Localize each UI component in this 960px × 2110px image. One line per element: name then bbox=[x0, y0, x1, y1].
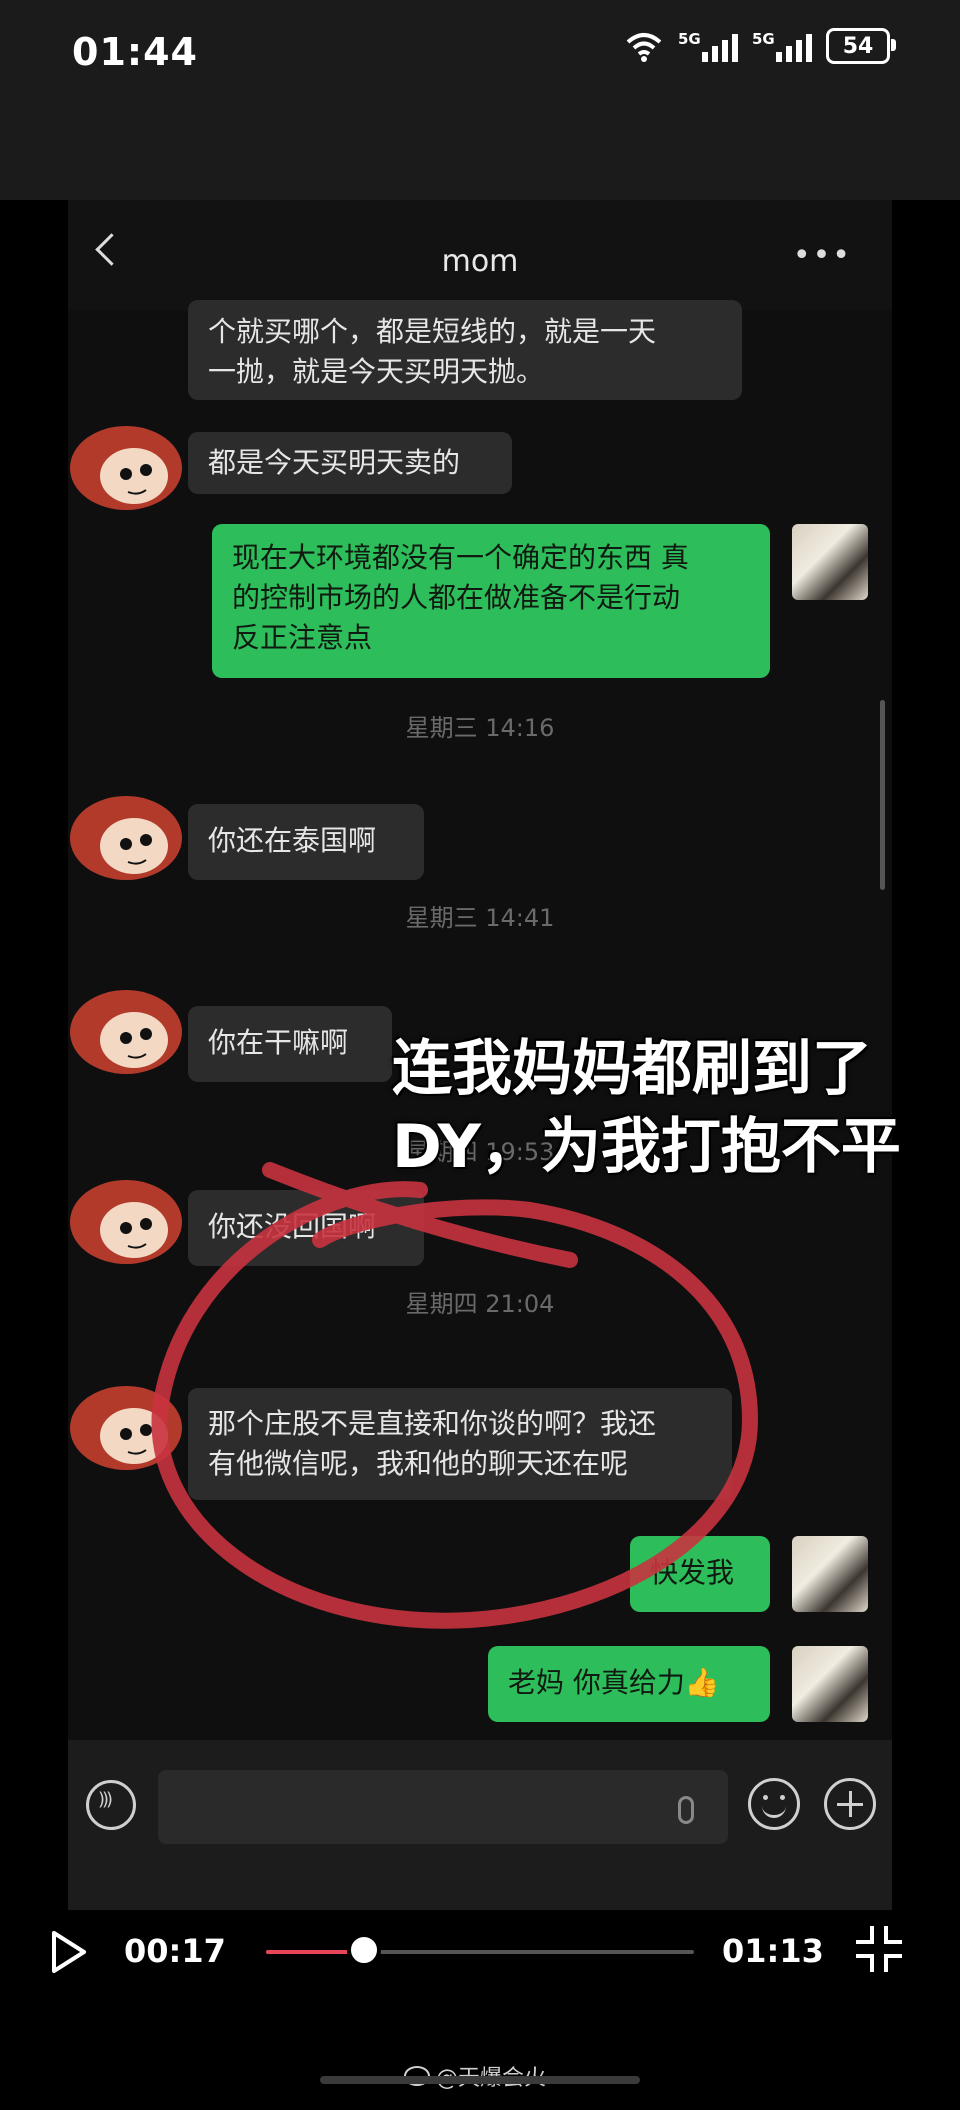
timestamp: 星期三 14:16 bbox=[405, 714, 555, 742]
message-text: 个就买哪个，都是短线的，就是一天 bbox=[208, 315, 657, 348]
signal-label: 5G bbox=[678, 30, 701, 48]
message-text: 一抛，就是今天买明天抛。 bbox=[208, 355, 545, 388]
message-text: 你还在泰国啊 bbox=[208, 824, 377, 857]
message-input[interactable] bbox=[158, 1770, 728, 1844]
signal-label: 5G bbox=[752, 30, 775, 48]
avatar[interactable] bbox=[68, 422, 186, 518]
avatar[interactable] bbox=[68, 792, 186, 888]
mic-icon[interactable] bbox=[678, 1796, 694, 1824]
message-text: 你在干嘛啊 bbox=[208, 1026, 349, 1059]
message-bubble: 你在干嘛啊 bbox=[188, 1006, 392, 1082]
status-bar: 01:44 5G 5G 54 bbox=[0, 0, 960, 200]
total-time: 01:13 bbox=[722, 1932, 824, 1970]
status-time: 01:44 bbox=[72, 30, 198, 74]
wifi-icon bbox=[626, 33, 662, 62]
self-avatar[interactable] bbox=[792, 524, 868, 600]
input-bar bbox=[68, 1740, 892, 1910]
collapse-icon[interactable] bbox=[854, 1924, 904, 1974]
chat-title: mom bbox=[441, 244, 519, 279]
plus-icon[interactable] bbox=[824, 1778, 876, 1830]
current-time: 00:17 bbox=[124, 1932, 226, 1970]
message-text: 老妈 你真给力👍 bbox=[508, 1666, 720, 1699]
signal-icon: 5G bbox=[678, 30, 738, 62]
self-avatar[interactable] bbox=[792, 1536, 868, 1612]
more-icon[interactable]: ••• bbox=[793, 241, 852, 271]
self-avatar[interactable] bbox=[792, 1646, 868, 1722]
message-bubble: 你还在泰国啊 bbox=[188, 804, 424, 880]
battery-icon: 54 bbox=[826, 28, 896, 64]
message-text: 都是今天买明天卖的 bbox=[208, 446, 461, 479]
caption-line: 连我妈妈都刷到了 bbox=[392, 1034, 872, 1104]
emoji-icon[interactable] bbox=[748, 1778, 800, 1830]
home-indicator[interactable] bbox=[320, 2076, 640, 2084]
message-bubble: 都是今天买明天卖的 bbox=[188, 432, 512, 494]
chat-header: mom ••• bbox=[68, 200, 892, 310]
message-bubble-outgoing: 现在大环境都没有一个确定的东西 真 的控制市场的人都在做准备不是行动 反正注意点 bbox=[212, 524, 770, 678]
play-icon[interactable] bbox=[50, 1930, 88, 1974]
caption-line: DY，为我打抱不平 bbox=[392, 1112, 901, 1182]
video-controls: 00:17 01:13 @天爆会火 bbox=[0, 1910, 960, 2110]
message-text: 反正注意点 bbox=[232, 621, 373, 654]
timestamp: 星期三 14:41 bbox=[405, 904, 555, 932]
signal-icon: 5G bbox=[752, 30, 812, 62]
progress-knob[interactable] bbox=[347, 1933, 382, 1967]
progress-track[interactable] bbox=[266, 1933, 694, 1967]
status-icons: 5G 5G 54 bbox=[624, 28, 896, 64]
avatar[interactable] bbox=[68, 986, 186, 1082]
message-bubble: 个就买哪个，都是短线的，就是一天 一抛，就是今天买明天抛。 bbox=[188, 300, 742, 400]
message-text: 现在大环境都没有一个确定的东西 真 bbox=[232, 541, 689, 574]
scrollbar[interactable] bbox=[880, 700, 885, 890]
battery-level: 54 bbox=[842, 33, 874, 59]
video-caption: 连我妈妈都刷到了 DY，为我打抱不平 bbox=[392, 1030, 952, 1186]
voice-icon[interactable] bbox=[86, 1780, 136, 1830]
red-circle-annotation bbox=[151, 1162, 759, 1629]
message-text: 的控制市场的人都在做准备不是行动 bbox=[232, 581, 681, 614]
